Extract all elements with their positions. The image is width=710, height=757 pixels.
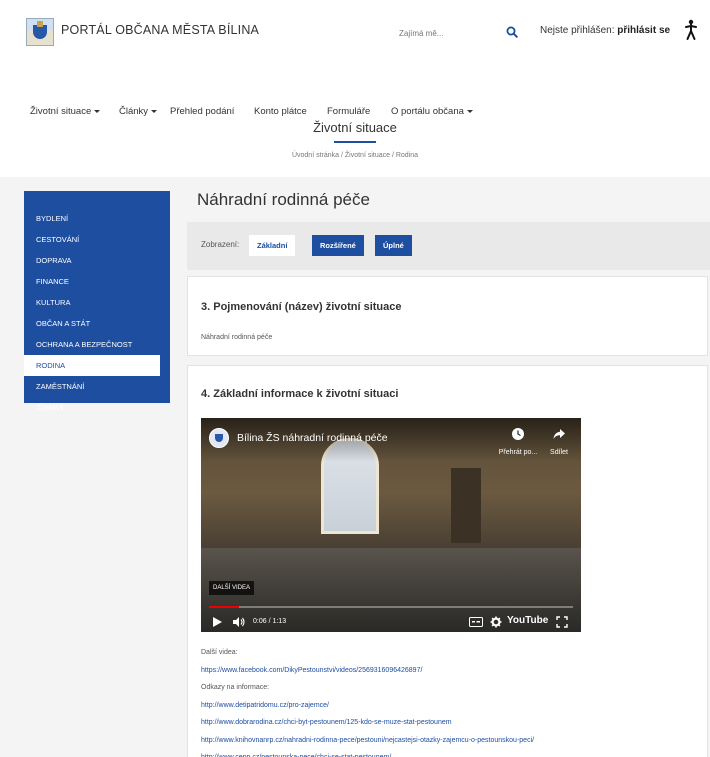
links-label: Další videa: [201, 649, 238, 656]
section-4-heading: 4. Základní informace k životní situaci [201, 388, 399, 400]
share-label: Sdílet [550, 449, 568, 456]
nav-prehled-podani[interactable]: Přehled podání [170, 106, 234, 117]
search-input[interactable] [393, 22, 499, 44]
info-link[interactable]: http://www.knihovnanrp.cz/nahradni-rodin… [201, 732, 534, 750]
section-3-heading: 3. Pojmenování (název) životní situace [201, 301, 402, 313]
sidebar-item-zamestnani[interactable]: ZAMĚSTNÁNÍ [24, 376, 170, 397]
youtube-logo[interactable]: YouTube [507, 615, 548, 626]
nav-label: Konto plátce [254, 106, 307, 117]
sidebar-item-ochrana-a-bezpecnost[interactable]: OCHRANA A BEZPEČNOST [24, 334, 170, 355]
sidebar-item-obcan-a-stat[interactable]: OBČAN A STÁT [24, 313, 170, 334]
city-coat-of-arms-logo[interactable] [26, 18, 54, 46]
display-extended-button[interactable]: Rozšířené [312, 235, 364, 256]
page-title: Životní situace [313, 120, 397, 135]
sidebar-item-cestovani[interactable]: CESTOVÁNÍ [24, 229, 170, 250]
video-time: 0:06 / 1:13 [253, 618, 287, 625]
sidebar-item-zdravi[interactable]: ZDRAVÍ [24, 397, 170, 418]
caret-down-icon [151, 109, 158, 113]
title-underline [334, 141, 376, 143]
fullscreen-icon[interactable] [556, 616, 568, 628]
login-link[interactable]: přihlásit se [617, 25, 670, 36]
caret-down-icon [466, 109, 473, 113]
section-4-card: 4. Základní informace k životní situaci … [187, 365, 708, 757]
sidebar-item-rodina[interactable]: RODINA [24, 355, 160, 376]
site-header: PORTÁL OBČANA MĚSTA BÍLINA Nejste přihlá… [0, 0, 710, 62]
video-progress-bar[interactable] [209, 606, 573, 608]
caret-down-icon [94, 109, 101, 113]
nav-label: Formuláře [327, 106, 371, 117]
settings-gear-icon[interactable] [490, 616, 502, 628]
display-label: Zobrazení: [201, 240, 240, 249]
display-basic-button[interactable]: Základní [249, 235, 296, 256]
info-link[interactable]: http://www.cepp.cz/pestounska-pece/chci-… [201, 749, 534, 757]
nav-formulare[interactable]: Formuláře [327, 106, 370, 117]
search-icon[interactable] [505, 25, 519, 39]
watch-later-button[interactable]: Přehrát po... [498, 427, 538, 456]
sidebar-item-kultura[interactable]: KULTURA [24, 292, 170, 313]
nav-clanky[interactable]: Články [119, 106, 158, 117]
sidebar-item-finance[interactable]: FINANCE [24, 271, 170, 292]
nav-label: Životní situace [30, 106, 92, 117]
sidebar-item-doprava[interactable]: DOPRAVA [24, 250, 170, 271]
play-icon[interactable] [211, 616, 223, 628]
subtitles-icon[interactable] [469, 617, 483, 627]
nav-zivotni-situace[interactable]: Životní situace [30, 106, 101, 117]
share-arrow-icon [553, 429, 565, 439]
section-3-text: Náhradní rodinná péče [201, 334, 273, 341]
video-frame-door [451, 468, 481, 543]
share-button[interactable]: Sdílet [543, 427, 575, 456]
youtube-video-player[interactable]: Bílina ŽS náhradní rodinná péče Přehrát … [201, 418, 581, 632]
login-prefix: Nejste přihlášen: [540, 25, 615, 36]
info-link[interactable]: https://www.facebook.com/DikyPestounstvi… [201, 662, 534, 680]
info-link[interactable]: http://www.detipatridomu.cz/pro-zajemce/ [201, 697, 534, 715]
situation-title: Náhradní rodinná péče [197, 190, 370, 209]
section-3-card: 3. Pojmenování (název) životní situace N… [187, 276, 708, 356]
portal-title[interactable]: PORTÁL OBČANA MĚSTA BÍLINA [61, 23, 259, 37]
clock-icon [512, 428, 524, 440]
login-status: Nejste přihlášen: přihlásit se [540, 25, 670, 36]
info-links: Další videa: https://www.facebook.com/Di… [201, 644, 534, 757]
nav-o-portalu[interactable]: O portálu občana [391, 106, 473, 117]
nav-label: Články [119, 106, 149, 117]
display-mode-bar: Zobrazení: Základní Rozšířené Úplné [187, 222, 710, 270]
video-progress-fill [209, 606, 239, 608]
watch-later-label: Přehrát po... [498, 449, 538, 456]
nav-label: O portálu občana [391, 106, 464, 117]
links-label: Odkazy na informace: [201, 684, 270, 691]
video-controls: 0:06 / 1:13 YouTube [201, 612, 581, 632]
volume-icon[interactable] [232, 616, 246, 628]
sidebar-item-bydleni[interactable]: BYDLENÍ [24, 208, 170, 229]
breadcrumb[interactable]: Úvodní stránka / Životní situace / Rodin… [0, 152, 710, 159]
accessibility-person-icon[interactable] [684, 19, 698, 41]
category-sidebar: BYDLENÍ CESTOVÁNÍ DOPRAVA FINANCE KULTUR… [24, 191, 170, 412]
video-title[interactable]: Bílina ŽS náhradní rodinná péče [237, 432, 388, 444]
info-link[interactable]: http://www.dobrarodina.cz/chci-byt-pesto… [201, 714, 534, 732]
more-videos-button[interactable]: DALŠÍ VIDEA [209, 581, 255, 595]
nav-label: Přehled podání [170, 106, 235, 117]
nav-konto-platce[interactable]: Konto plátce [254, 106, 307, 117]
search-box [393, 22, 523, 44]
channel-avatar[interactable] [209, 428, 229, 448]
display-full-button[interactable]: Úplné [375, 235, 412, 256]
